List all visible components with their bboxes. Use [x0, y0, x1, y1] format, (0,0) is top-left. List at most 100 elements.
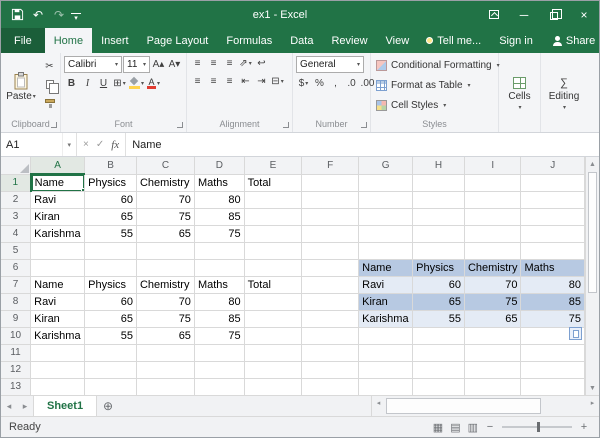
- cell-G9[interactable]: Karishma: [359, 310, 413, 327]
- horizontal-scroll-thumb[interactable]: [386, 398, 541, 414]
- cell-C8[interactable]: 70: [136, 293, 194, 310]
- cell-I12[interactable]: [464, 361, 521, 378]
- select-all-button[interactable]: [1, 157, 31, 174]
- name-box-dropdown-icon[interactable]: ▾: [62, 133, 71, 156]
- align-center-button[interactable]: ≡: [206, 74, 221, 89]
- cell-G10[interactable]: [359, 327, 413, 344]
- page-break-view-button[interactable]: ▥: [468, 421, 478, 434]
- cell-E10[interactable]: [244, 327, 301, 344]
- cell-A2[interactable]: Ravi: [31, 191, 85, 208]
- shrink-font-button[interactable]: A▾: [167, 57, 182, 72]
- cell-C1[interactable]: Chemistry: [136, 174, 194, 191]
- cell-H6[interactable]: Physics: [413, 259, 465, 276]
- cell-A13[interactable]: [31, 378, 85, 395]
- cell-F8[interactable]: [302, 293, 359, 310]
- cell-D12[interactable]: [194, 361, 244, 378]
- column-header-F[interactable]: F: [302, 157, 359, 174]
- vertical-scroll-track[interactable]: [586, 171, 599, 381]
- cell-B11[interactable]: [85, 344, 137, 361]
- cell-A11[interactable]: [31, 344, 85, 361]
- tab-page-layout[interactable]: Page Layout: [138, 28, 218, 53]
- tab-home[interactable]: Home: [45, 28, 92, 53]
- column-header-H[interactable]: H: [413, 157, 465, 174]
- save-button[interactable]: [8, 5, 26, 25]
- cell-B10[interactable]: 55: [85, 327, 137, 344]
- cell-I7[interactable]: 70: [464, 276, 521, 293]
- row-header-11[interactable]: 11: [1, 344, 31, 361]
- paste-options-button[interactable]: [569, 327, 582, 340]
- cell-B4[interactable]: 55: [85, 225, 137, 242]
- cell-E8[interactable]: [244, 293, 301, 310]
- cell-H11[interactable]: [413, 344, 465, 361]
- cell-H13[interactable]: [413, 378, 465, 395]
- cell-E3[interactable]: [244, 208, 301, 225]
- zoom-slider-thumb[interactable]: [537, 422, 540, 432]
- cell-H4[interactable]: [413, 225, 465, 242]
- font-size-select[interactable]: 11▾: [123, 56, 150, 73]
- cell-D10[interactable]: 75: [194, 327, 244, 344]
- cell-A4[interactable]: Karishma: [31, 225, 85, 242]
- cell-E7[interactable]: Total: [244, 276, 301, 293]
- cell-B1[interactable]: Physics: [85, 174, 137, 191]
- tab-data[interactable]: Data: [281, 28, 322, 53]
- cell-C11[interactable]: [136, 344, 194, 361]
- restore-button[interactable]: [539, 1, 569, 28]
- cell-J13[interactable]: [521, 378, 585, 395]
- wrap-text-button[interactable]: ↩: [254, 56, 269, 71]
- row-header-2[interactable]: 2: [1, 191, 31, 208]
- horizontal-scrollbar[interactable]: ◂ ▸: [371, 396, 599, 416]
- cell-E11[interactable]: [244, 344, 301, 361]
- cell-E13[interactable]: [244, 378, 301, 395]
- clipboard-dialog-launcher[interactable]: [51, 122, 57, 128]
- cell-J4[interactable]: [521, 225, 585, 242]
- cut-button[interactable]: ✂: [42, 59, 57, 74]
- zoom-slider[interactable]: [502, 426, 572, 428]
- zoom-in-button[interactable]: +: [579, 421, 589, 433]
- cell-D6[interactable]: [194, 259, 244, 276]
- cell-C5[interactable]: [136, 242, 194, 259]
- cell-G1[interactable]: [359, 174, 413, 191]
- column-header-D[interactable]: D: [194, 157, 244, 174]
- cell-A9[interactable]: Kiran: [31, 310, 85, 327]
- number-format-select[interactable]: General▾: [296, 56, 364, 73]
- enter-button[interactable]: ✓: [96, 139, 104, 150]
- cell-A6[interactable]: [31, 259, 85, 276]
- cell-B7[interactable]: Physics: [85, 276, 137, 293]
- formula-input[interactable]: Name: [126, 133, 599, 156]
- cell-B13[interactable]: [85, 378, 137, 395]
- cell-I9[interactable]: 65: [464, 310, 521, 327]
- format-as-table-button[interactable]: Format as Table ▾: [374, 77, 495, 94]
- cell-B3[interactable]: 65: [85, 208, 137, 225]
- cell-styles-button[interactable]: Cell Styles ▾: [374, 97, 495, 114]
- cell-F2[interactable]: [302, 191, 359, 208]
- cell-G11[interactable]: [359, 344, 413, 361]
- cell-D5[interactable]: [194, 242, 244, 259]
- cell-A5[interactable]: [31, 242, 85, 259]
- vertical-scroll-thumb[interactable]: [588, 172, 597, 293]
- cell-D7[interactable]: Maths: [194, 276, 244, 293]
- cell-D2[interactable]: 80: [194, 191, 244, 208]
- tab-review[interactable]: Review: [322, 28, 376, 53]
- cell-G2[interactable]: [359, 191, 413, 208]
- cell-I11[interactable]: [464, 344, 521, 361]
- undo-button[interactable]: ↶: [29, 5, 47, 25]
- cell-C4[interactable]: 65: [136, 225, 194, 242]
- column-header-C[interactable]: C: [136, 157, 194, 174]
- font-dialog-launcher[interactable]: [177, 122, 183, 128]
- cell-F1[interactable]: [302, 174, 359, 191]
- cell-D13[interactable]: [194, 378, 244, 395]
- cell-E4[interactable]: [244, 225, 301, 242]
- qat-customize-button[interactable]: ▾: [71, 13, 81, 21]
- sheet-nav-left-icon[interactable]: ◂: [1, 396, 17, 416]
- cell-I4[interactable]: [464, 225, 521, 242]
- cell-C9[interactable]: 75: [136, 310, 194, 327]
- decrease-indent-button[interactable]: ⇤: [238, 74, 253, 89]
- grow-font-button[interactable]: A▴: [151, 57, 166, 72]
- fill-color-button[interactable]: ▾: [128, 76, 145, 91]
- cell-G5[interactable]: [359, 242, 413, 259]
- cell-A8[interactable]: Ravi: [31, 293, 85, 310]
- sheet-nav-right-icon[interactable]: ▸: [17, 396, 33, 416]
- horizontal-scroll-track[interactable]: [385, 396, 586, 416]
- cell-H1[interactable]: [413, 174, 465, 191]
- cell-H2[interactable]: [413, 191, 465, 208]
